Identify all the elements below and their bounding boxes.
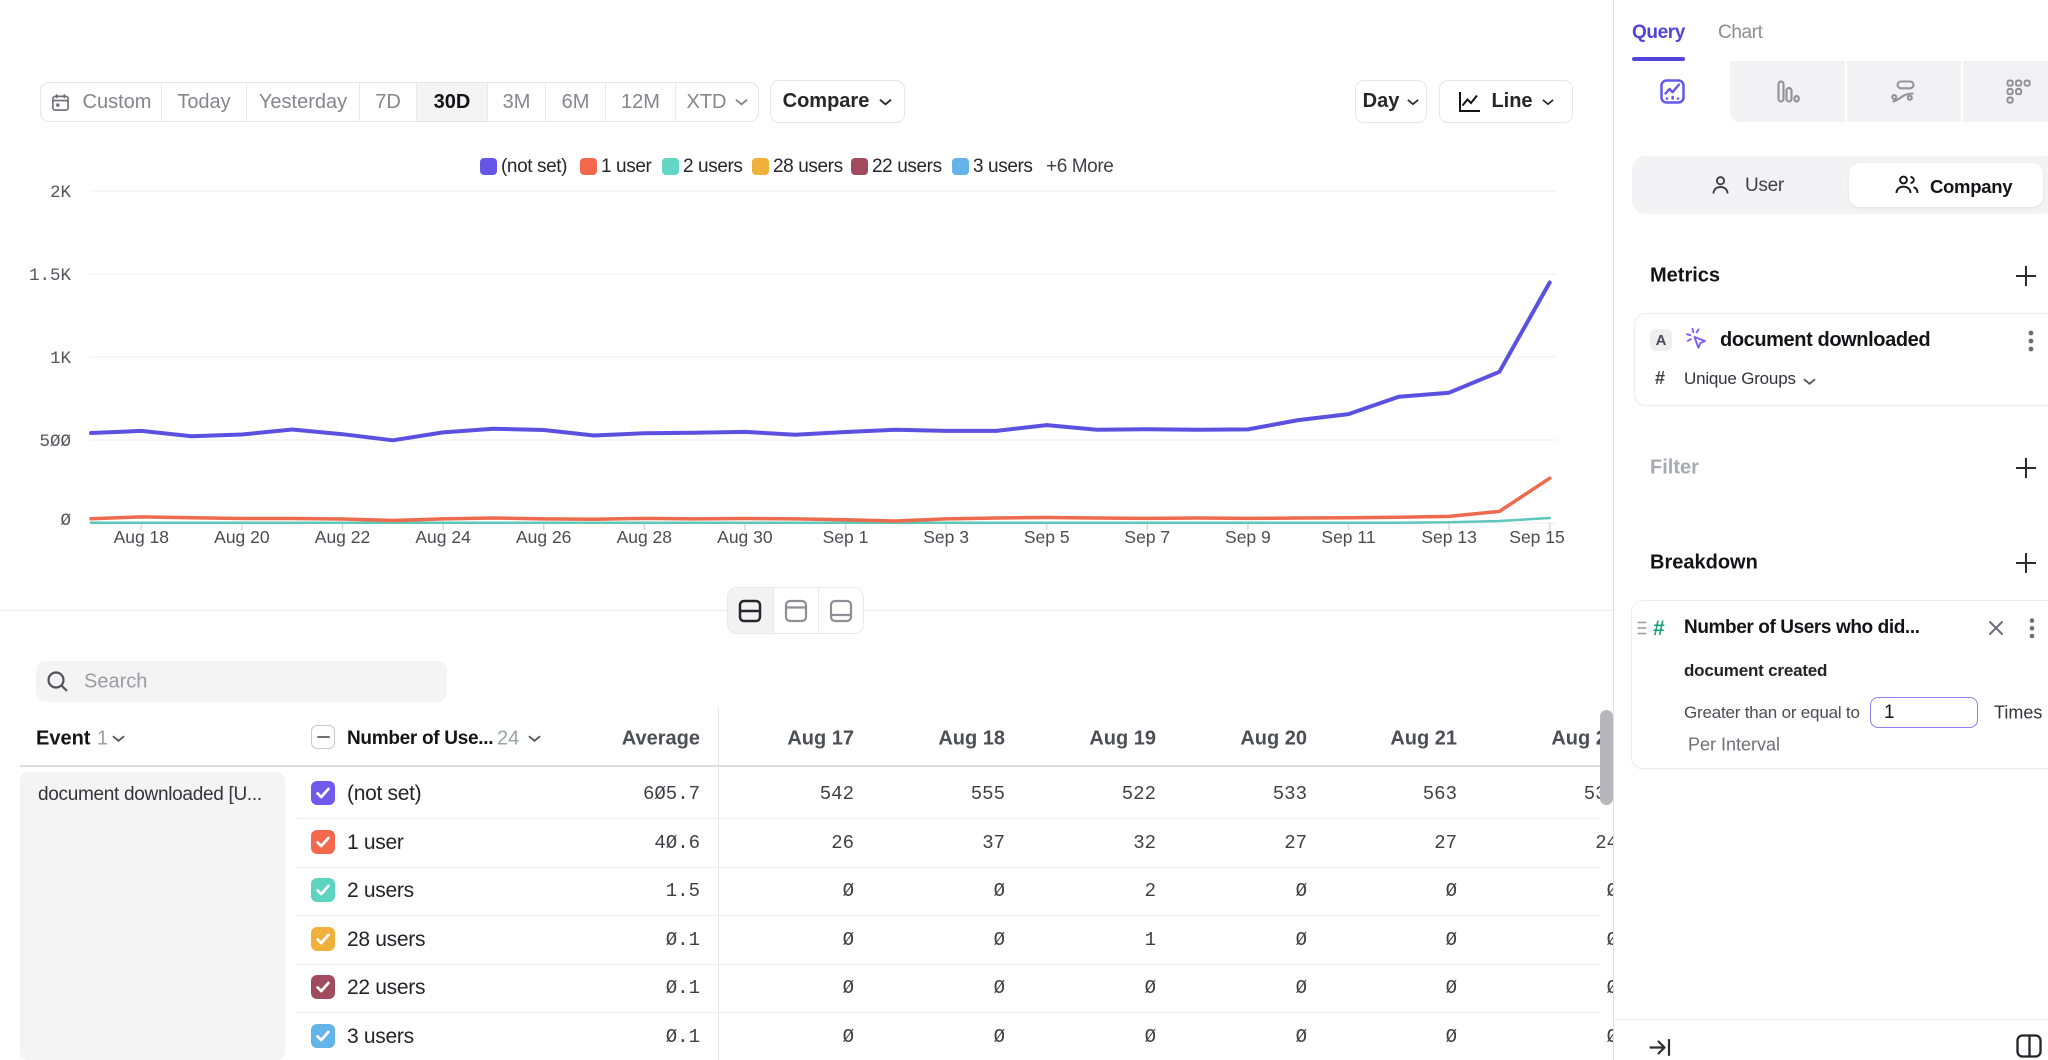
svg-text:Aug 30: Aug 30 — [717, 527, 773, 547]
svg-text:Sep 5: Sep 5 — [1024, 527, 1070, 547]
svg-text:Sep 9: Sep 9 — [1225, 527, 1271, 547]
svg-text:Ø: Ø — [60, 511, 71, 531]
svg-text:Aug 18: Aug 18 — [114, 527, 169, 547]
svg-text:2K: 2K — [50, 183, 72, 203]
svg-text:Aug 20: Aug 20 — [214, 527, 270, 547]
svg-text:5ØØ: 5ØØ — [39, 432, 71, 452]
svg-text:Sep 1: Sep 1 — [823, 527, 869, 547]
svg-text:Sep 3: Sep 3 — [923, 527, 969, 547]
svg-text:1K: 1K — [50, 349, 72, 369]
svg-text:1.5K: 1.5K — [29, 266, 72, 286]
svg-text:Sep 7: Sep 7 — [1124, 527, 1170, 547]
svg-text:Aug 28: Aug 28 — [617, 527, 672, 547]
svg-text:Sep 11: Sep 11 — [1321, 527, 1375, 547]
svg-text:Aug 22: Aug 22 — [315, 527, 370, 547]
svg-text:Sep 15: Sep 15 — [1509, 527, 1564, 547]
svg-text:Sep 13: Sep 13 — [1421, 527, 1476, 547]
svg-text:Aug 24: Aug 24 — [415, 527, 471, 547]
svg-text:Aug 26: Aug 26 — [516, 527, 571, 547]
